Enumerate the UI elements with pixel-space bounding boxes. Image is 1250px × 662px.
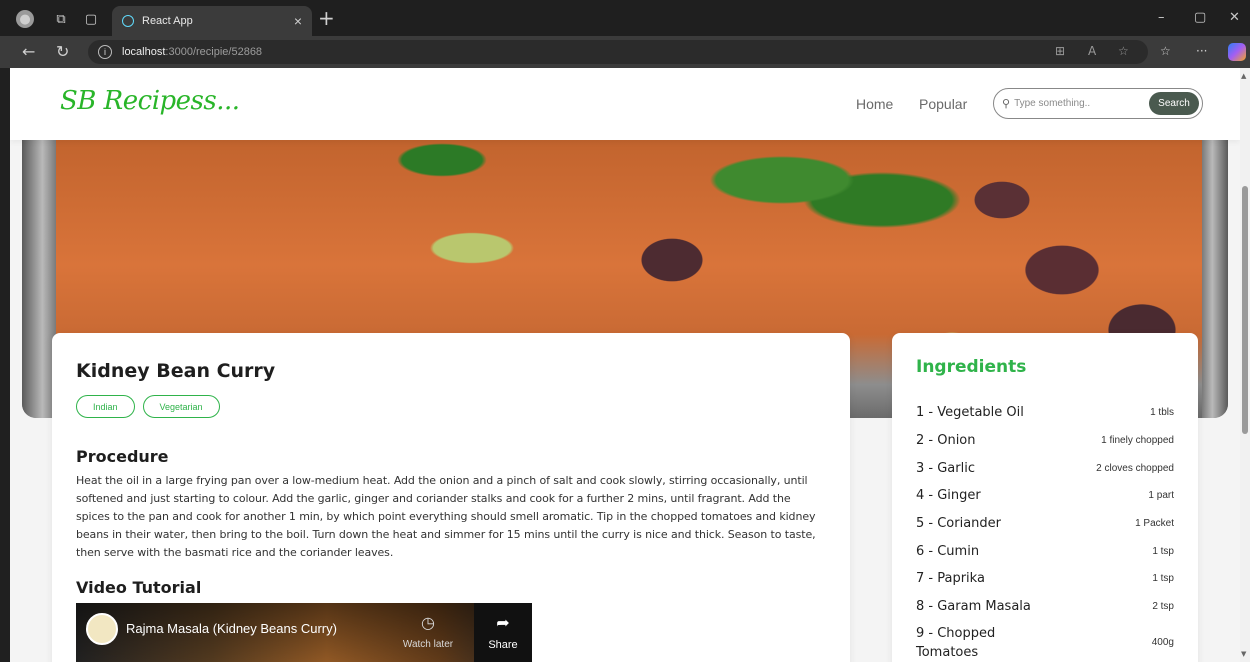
ingredient-row: 6 - Cumin 1 tsp bbox=[916, 537, 1174, 565]
video-player[interactable]: Rajma Masala (Kidney Beans Curry) ◷ Watc… bbox=[76, 603, 532, 662]
url-field[interactable]: i localhost :3000/recipie/52868 bbox=[88, 40, 1148, 64]
search-icon: ⚲ bbox=[1002, 97, 1011, 110]
search-box: ⚲ Search bbox=[993, 88, 1203, 119]
ingredient-qty: 1 Packet bbox=[1135, 518, 1174, 530]
tag-category[interactable]: Vegetarian bbox=[142, 395, 220, 418]
more-menu-icon[interactable]: ··· bbox=[1196, 44, 1207, 58]
scrollbar-thumb[interactable] bbox=[1242, 186, 1248, 434]
recipe-tags: Indian Vegetarian bbox=[76, 395, 220, 418]
pan-rim-right bbox=[1202, 140, 1228, 418]
tab-close-icon[interactable]: × bbox=[294, 13, 302, 29]
site-logo[interactable]: SB Recipess... bbox=[60, 86, 240, 116]
browser-tab-bar: ● ⧉ ▢ React App × + – ▢ ✕ bbox=[0, 0, 1250, 36]
ingredient-qty: 2 cloves chopped bbox=[1096, 462, 1174, 474]
ingredient-name: 2 - Onion bbox=[916, 433, 976, 449]
restore-icon[interactable]: ▢ bbox=[1194, 10, 1206, 25]
browser-tab[interactable]: React App × bbox=[112, 6, 312, 36]
url-host: localhost bbox=[122, 46, 166, 58]
watch-later-label: Watch later bbox=[402, 639, 454, 650]
video-title[interactable]: Rajma Masala (Kidney Beans Curry) bbox=[126, 621, 337, 636]
back-icon[interactable]: ← bbox=[22, 42, 35, 61]
tab-title: React App bbox=[142, 15, 193, 27]
ingredient-row: 2 - Onion 1 finely chopped bbox=[916, 427, 1174, 455]
ingredient-row: 7 - Paprika 1 tsp bbox=[916, 565, 1174, 593]
ingredient-name: 8 - Garam Masala bbox=[916, 599, 1031, 615]
immersive-reader-icon[interactable]: ⊞ bbox=[1055, 44, 1065, 58]
ingredient-qty: 1 tsp bbox=[1152, 545, 1174, 557]
share-label: Share bbox=[488, 639, 518, 651]
read-aloud-icon[interactable]: A bbox=[1088, 44, 1096, 58]
favorite-star-icon[interactable]: ☆ bbox=[1118, 44, 1129, 58]
favorites-icon[interactable]: ☆ bbox=[1160, 44, 1171, 58]
procedure-text: Heat the oil in a large frying pan over … bbox=[76, 474, 816, 559]
channel-avatar[interactable] bbox=[86, 613, 118, 645]
ingredient-row: 9 - Chopped Tomatoes 400g bbox=[916, 621, 1174, 662]
ingredient-qty: 1 part bbox=[1148, 490, 1174, 502]
share-button[interactable]: ➦ Share bbox=[474, 603, 532, 662]
tag-cuisine[interactable]: Indian bbox=[76, 395, 135, 418]
ingredients-heading: Ingredients bbox=[916, 357, 1027, 377]
profile-icon[interactable]: ● bbox=[16, 10, 34, 28]
ingredient-qty: 400g bbox=[1151, 637, 1174, 648]
window-close-icon[interactable]: ✕ bbox=[1229, 10, 1240, 25]
ingredient-qty: 1 tbls bbox=[1150, 407, 1174, 419]
share-arrow-icon: ➦ bbox=[496, 615, 510, 632]
ingredient-name: 1 - Vegetable Oil bbox=[916, 405, 1024, 421]
ingredient-name: 7 - Paprika bbox=[916, 571, 985, 587]
ingredients-list: 1 - Vegetable Oil 1 tbls 2 - Onion 1 finel… bbox=[916, 399, 1174, 662]
ingredients-card: Ingredients 1 - Vegetable Oil 1 tbls 2 - … bbox=[892, 333, 1198, 662]
ingredient-qty: 1 finely chopped bbox=[1101, 435, 1174, 447]
minimize-icon[interactable]: – bbox=[1158, 10, 1165, 25]
search-button[interactable]: Search bbox=[1149, 92, 1199, 115]
page-scrollbar[interactable]: ▲ ▼ bbox=[1240, 68, 1250, 662]
copilot-icon[interactable] bbox=[1228, 43, 1246, 61]
scroll-up-icon[interactable]: ▲ bbox=[1241, 72, 1246, 80]
site-info-icon[interactable]: i bbox=[98, 45, 112, 59]
pan-rim-left bbox=[22, 140, 56, 418]
refresh-icon[interactable]: ↻ bbox=[56, 42, 69, 61]
nav-home-link[interactable]: Home bbox=[856, 96, 893, 112]
address-bar-row: ← ↻ i localhost :3000/recipie/52868 ⊞ A … bbox=[0, 36, 1250, 68]
ingredient-row: 5 - Coriander 1 Packet bbox=[916, 510, 1174, 538]
workspaces-icon[interactable]: ⧉ bbox=[52, 10, 70, 28]
scroll-down-icon[interactable]: ▼ bbox=[1241, 650, 1246, 658]
url-path: :3000/recipie/52868 bbox=[165, 46, 263, 58]
ingredient-name: 9 - Chopped Tomatoes bbox=[916, 625, 996, 660]
procedure-heading: Procedure bbox=[76, 447, 169, 466]
ingredient-row: 8 - Garam Masala 2 tsp bbox=[916, 593, 1174, 621]
react-favicon-icon bbox=[122, 15, 134, 27]
ingredient-name: 5 - Coriander bbox=[916, 516, 1002, 532]
recipe-title: Kidney Bean Curry bbox=[76, 360, 276, 382]
ingredient-name: 6 - Cumin bbox=[916, 543, 980, 559]
nav-popular-link[interactable]: Popular bbox=[919, 96, 967, 112]
ingredient-name: 3 - Garlic bbox=[916, 460, 975, 476]
clock-icon: ◷ bbox=[421, 615, 435, 632]
ingredient-qty: 2 tsp bbox=[1152, 601, 1174, 613]
site-header: SB Recipess... Home Popular ⚲ Search bbox=[10, 68, 1240, 140]
page-viewport: SB Recipess... Home Popular ⚲ Search Kid… bbox=[10, 68, 1240, 662]
watch-later-button[interactable]: ◷ Watch later bbox=[398, 613, 458, 650]
search-input[interactable] bbox=[1014, 98, 1145, 109]
tab-actions-icon[interactable]: ▢ bbox=[82, 10, 100, 28]
new-tab-icon[interactable]: + bbox=[318, 8, 335, 28]
ingredient-qty: 1 tsp bbox=[1152, 573, 1174, 585]
ingredient-row: 4 - Ginger 1 part bbox=[916, 482, 1174, 510]
ingredient-row: 3 - Garlic 2 cloves chopped bbox=[916, 454, 1174, 482]
ingredient-row: 1 - Vegetable Oil 1 tbls bbox=[916, 399, 1174, 427]
video-tutorial-heading: Video Tutorial bbox=[76, 578, 202, 597]
recipe-card: Kidney Bean Curry Indian Vegetarian Proc… bbox=[52, 333, 850, 662]
ingredient-name: 4 - Ginger bbox=[916, 488, 981, 504]
